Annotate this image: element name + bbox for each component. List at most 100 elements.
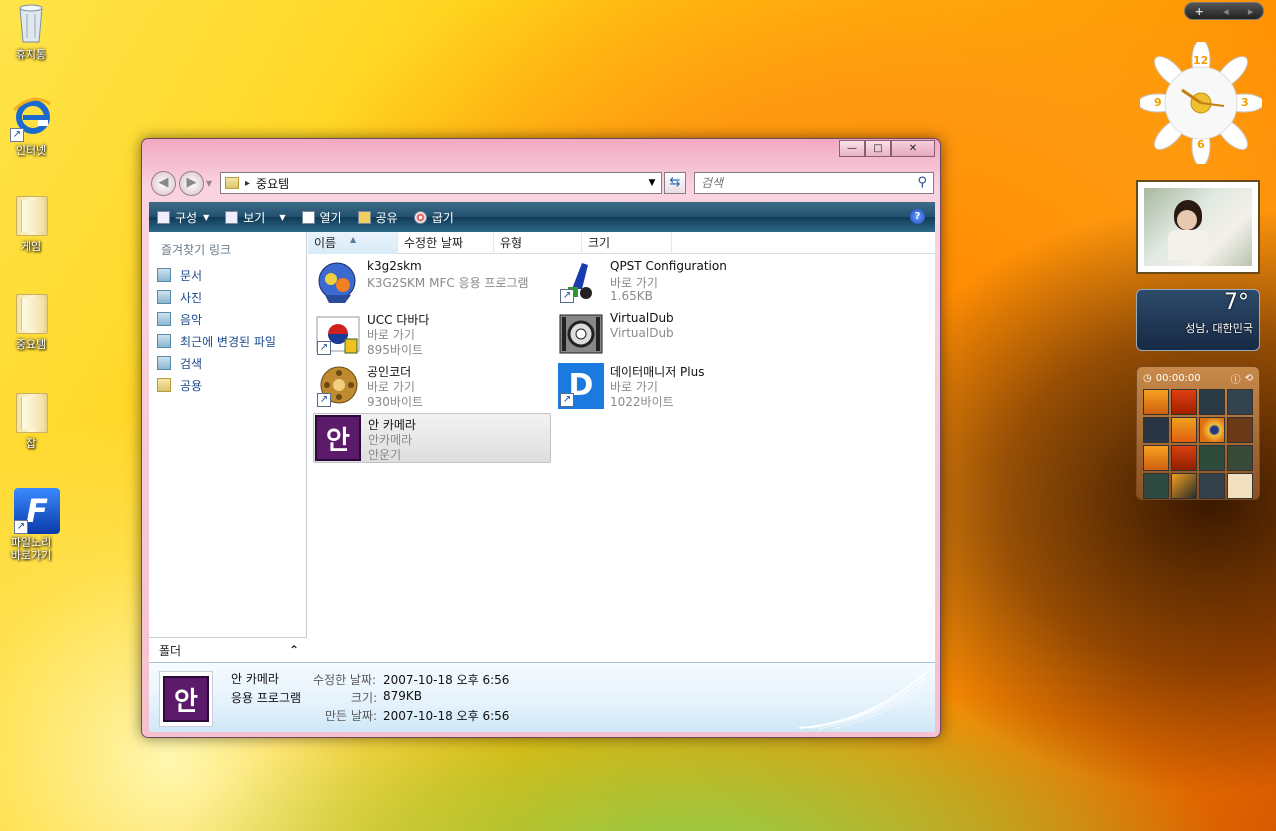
puzzle-tile[interactable] (1143, 445, 1169, 471)
shortcut-arrow-icon: ↗ (317, 393, 331, 407)
shuffle-icon[interactable]: ⟲ (1245, 373, 1253, 384)
puzzle-tile[interactable] (1199, 417, 1225, 443)
shortcut-arrow-icon: ↗ (560, 393, 574, 407)
slideshow-gadget[interactable] (1136, 180, 1260, 274)
organize-label: 구성 (175, 210, 198, 225)
column-header-date-modified[interactable]: 수정한 날짜 (398, 232, 494, 254)
picture-puzzle-gadget[interactable]: ◷ 00:00:00 ⓘ ⟲ (1136, 366, 1260, 500)
desktop-icon-internet[interactable]: ↗ 인터넷 (0, 96, 62, 158)
file-tile-qpst-configuration[interactable]: ↗ QPST Configuration 바로 가기 1.65KB (556, 257, 796, 307)
help-button[interactable]: ? (910, 209, 925, 224)
file-tile-gong-in-coder[interactable]: ↗ 공인코더 바로 가기 930바이트 (313, 361, 553, 411)
column-header-name[interactable]: ▲ 이름 (308, 232, 398, 254)
chevron-down-icon: ▼ (203, 212, 210, 222)
nav-link-music[interactable]: 음악 (157, 308, 276, 330)
puzzle-tile[interactable] (1143, 417, 1169, 443)
puzzle-tile[interactable] (1227, 445, 1253, 471)
puzzle-tile[interactable] (1171, 417, 1197, 443)
file-tile-an-camera[interactable]: 안 안 카메라 안카메라 안운기 (313, 413, 551, 463)
recent-pages-dropdown-icon[interactable]: ▼ (206, 179, 212, 188)
share-button[interactable]: 공유 (350, 202, 406, 232)
close-button[interactable]: ✕ (891, 140, 935, 157)
help-icon[interactable]: ⓘ (1231, 371, 1241, 386)
nav-link-label: 최근에 변경된 파일 (180, 334, 276, 349)
refresh-button[interactable]: ⇆ (664, 172, 686, 194)
nav-link-label: 음악 (180, 312, 203, 327)
next-gadget-button[interactable]: ▸ (1248, 5, 1254, 18)
file-size: 930바이트 (367, 395, 424, 409)
burn-button[interactable]: 굽기 (406, 202, 462, 232)
desktop-icon-label: 중요템 (15, 338, 47, 351)
an-camera-app-icon: 안 (315, 415, 361, 461)
column-header-label: 크기 (588, 236, 611, 250)
puzzle-tile[interactable] (1227, 417, 1253, 443)
breadcrumb-separator[interactable]: ▸ (245, 178, 250, 189)
details-file-name: 안 카메라 (231, 672, 279, 686)
nav-link-label: 검색 (180, 356, 203, 371)
nav-link-recently-changed[interactable]: 최근에 변경된 파일 (157, 330, 276, 352)
nav-link-pictures[interactable]: 사진 (157, 286, 276, 308)
music-icon (157, 312, 171, 326)
shortcut-arrow-icon: ↗ (317, 341, 331, 355)
nav-link-documents[interactable]: 문서 (157, 264, 276, 286)
back-button[interactable]: ◀ (151, 171, 176, 196)
desktop-icon-important[interactable]: 중요템 (0, 290, 62, 352)
file-tile-ucc-dabada[interactable]: ↗ UCC 다바다 바로 가기 895바이트 (313, 309, 553, 359)
puzzle-tile[interactable] (1199, 445, 1225, 471)
desktop-icon-label: 인터넷 (15, 144, 47, 157)
desktop-icon-label: 게임 (20, 240, 42, 253)
folders-toggle[interactable]: 폴더 ⌃ (149, 637, 307, 662)
file-name: VirtualDub (610, 311, 674, 325)
qpst-app-icon: ↗ (558, 259, 604, 305)
weather-gadget[interactable]: 7° 성남, 대한민국 (1136, 289, 1260, 351)
puzzle-tile[interactable] (1227, 389, 1253, 415)
minimize-button[interactable]: — (839, 140, 865, 157)
search-input[interactable] (701, 176, 901, 190)
nav-link-searches[interactable]: 검색 (157, 352, 276, 374)
column-header-type[interactable]: 유형 (494, 232, 582, 254)
views-button[interactable]: 보기 ▼ (217, 202, 293, 232)
folder-icon (225, 177, 239, 189)
puzzle-tile[interactable] (1171, 389, 1197, 415)
shortcut-arrow-icon: ↗ (10, 128, 24, 142)
puzzle-tile[interactable] (1171, 445, 1197, 471)
file-tile-data-manager-plus[interactable]: D ↗ 데이터매니저 Plus 바로 가기 1022바이트 (556, 361, 796, 411)
file-name: k3g2skm (367, 259, 422, 273)
search-box[interactable]: ⚲ (694, 172, 934, 194)
puzzle-tile[interactable] (1143, 473, 1169, 499)
puzzle-tile[interactable] (1199, 473, 1225, 499)
details-modified-value: 2007-10-18 오후 6:56 (383, 673, 510, 687)
file-tile-virtualdub[interactable]: VirtualDub VirtualDub (556, 309, 796, 359)
clock-icon: ◷ (1143, 372, 1152, 384)
breadcrumb-current[interactable]: 중요템 (256, 175, 289, 192)
address-bar[interactable]: ▸ 중요템 ▼ (220, 172, 662, 194)
desktop-icon-recycle-bin[interactable]: 휴지통 (0, 0, 62, 62)
puzzle-tile[interactable] (1143, 389, 1169, 415)
add-gadget-button[interactable]: + (1195, 5, 1204, 18)
an-camera-app-icon: 안 (163, 676, 209, 722)
share-label: 공유 (375, 210, 398, 225)
maximize-button[interactable]: □ (865, 140, 891, 157)
an-camera-glyph: 안 (326, 425, 350, 456)
address-dropdown-icon[interactable]: ▼ (645, 173, 659, 193)
organize-button[interactable]: 구성 ▼ (149, 202, 217, 232)
puzzle-tile[interactable] (1227, 473, 1253, 499)
desktop-icon-misc[interactable]: 잡 (0, 389, 62, 451)
clock-gadget[interactable]: 12 3 6 9 (1137, 39, 1265, 167)
folders-label: 폴더 (159, 643, 182, 658)
folder-icon (8, 290, 54, 336)
open-button[interactable]: 열기 (294, 202, 350, 232)
clock-numeral-12: 12 (1193, 54, 1209, 67)
file-tile-k3g2skm[interactable]: k3g2skm K3G2SKM MFC 응용 프로그램 (313, 257, 553, 307)
desktop-icon-filenori[interactable]: F ↗ 파일노리 바로가기 (0, 488, 62, 562)
prev-gadget-button[interactable]: ◂ (1223, 5, 1229, 18)
column-header-size[interactable]: 크기 (582, 232, 672, 254)
puzzle-tile[interactable] (1199, 389, 1225, 415)
clock-numeral-6: 6 (1197, 138, 1205, 151)
forward-button[interactable]: ▶ (179, 171, 204, 196)
puzzle-tile[interactable] (1171, 473, 1197, 499)
desktop-icon-games[interactable]: 게임 (0, 192, 62, 254)
search-icon[interactable]: ⚲ (917, 175, 927, 190)
nav-link-public[interactable]: 공용 (157, 374, 276, 396)
nav-link-label: 문서 (180, 268, 203, 283)
